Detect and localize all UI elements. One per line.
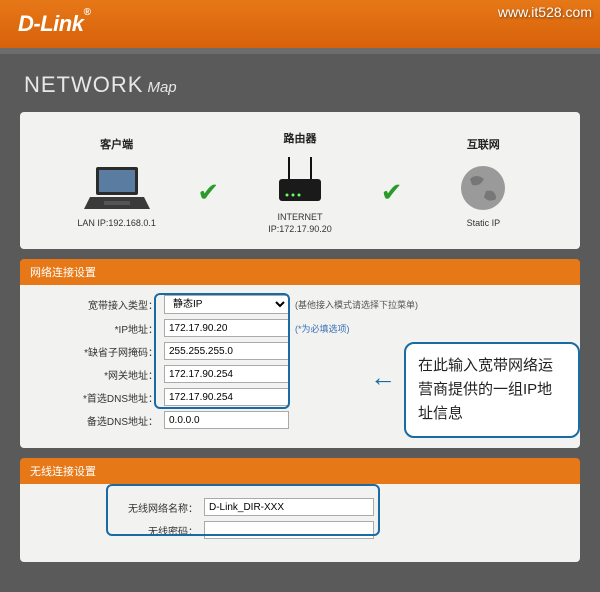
input-gateway[interactable] bbox=[164, 365, 289, 383]
internet-mode: Static IP bbox=[407, 218, 560, 230]
input-ssid[interactable] bbox=[204, 498, 374, 516]
check-icon: ✔ bbox=[377, 157, 407, 208]
arrow-icon: ← bbox=[370, 362, 396, 393]
router-title: 路由器 bbox=[223, 130, 376, 146]
row-ssid: 无线网络名称： bbox=[34, 498, 566, 516]
input-dns1[interactable] bbox=[164, 388, 289, 406]
internet-title: 互联网 bbox=[407, 136, 560, 152]
input-dns2[interactable] bbox=[164, 411, 289, 429]
router-caption: INTERNETIP:172.17.90.20 bbox=[223, 212, 376, 235]
label-pwd: 无线密码： bbox=[34, 523, 204, 538]
label-ssid: 无线网络名称： bbox=[34, 500, 204, 515]
node-router[interactable]: 路由器 INTERNETIP:172.17.90.20 bbox=[223, 130, 376, 235]
callout-box: 在此输入宽带网络运营商提供的一组IP地址信息 bbox=[404, 342, 580, 438]
input-ip[interactable] bbox=[164, 319, 289, 337]
brand-logo: D-Link® bbox=[18, 11, 90, 37]
check-icon: ✔ bbox=[193, 157, 223, 208]
node-internet[interactable]: 互联网 Static IP bbox=[407, 136, 560, 230]
section-header-network: 网络连接设置 bbox=[20, 259, 580, 285]
section-body-wireless: 无线网络名称： 无线密码： bbox=[20, 484, 580, 562]
page-title: NETWORKMap bbox=[24, 72, 580, 98]
laptop-icon bbox=[40, 158, 193, 218]
watermark: www.it528.com bbox=[498, 4, 592, 20]
main-area: NETWORKMap 客户端 LAN IP:192.168.0.1 ✔ 路由器 bbox=[0, 54, 600, 592]
label-mask: *缺省子网掩码： bbox=[34, 344, 164, 359]
network-map-panel: 客户端 LAN IP:192.168.0.1 ✔ 路由器 bbox=[20, 112, 580, 249]
label-dns1: *首选DNS地址： bbox=[34, 390, 164, 405]
node-client[interactable]: 客户端 LAN IP:192.168.0.1 bbox=[40, 136, 193, 230]
router-icon bbox=[223, 152, 376, 212]
note-required: (*为必填选项) bbox=[295, 322, 350, 335]
label-gateway: *网关地址： bbox=[34, 367, 164, 382]
globe-icon bbox=[407, 158, 560, 218]
label-access-type: 宽带接入类型： bbox=[34, 297, 164, 312]
row-pwd: 无线密码： bbox=[34, 521, 566, 539]
note-access-type: (基他接入模式请选择下拉菜单) bbox=[295, 298, 418, 311]
row-access-type: 宽带接入类型： 静态IP (基他接入模式请选择下拉菜单) bbox=[34, 295, 566, 314]
label-ip: *IP地址： bbox=[34, 321, 164, 336]
section-header-wireless: 无线连接设置 bbox=[20, 458, 580, 484]
label-dns2: 备选DNS地址： bbox=[34, 413, 164, 428]
select-access-type[interactable]: 静态IP bbox=[164, 295, 289, 314]
input-pwd[interactable] bbox=[204, 521, 374, 539]
row-ip: *IP地址： (*为必填选项) bbox=[34, 319, 566, 337]
client-ip: LAN IP:192.168.0.1 bbox=[40, 218, 193, 230]
input-mask[interactable] bbox=[164, 342, 289, 360]
client-title: 客户端 bbox=[40, 136, 193, 152]
